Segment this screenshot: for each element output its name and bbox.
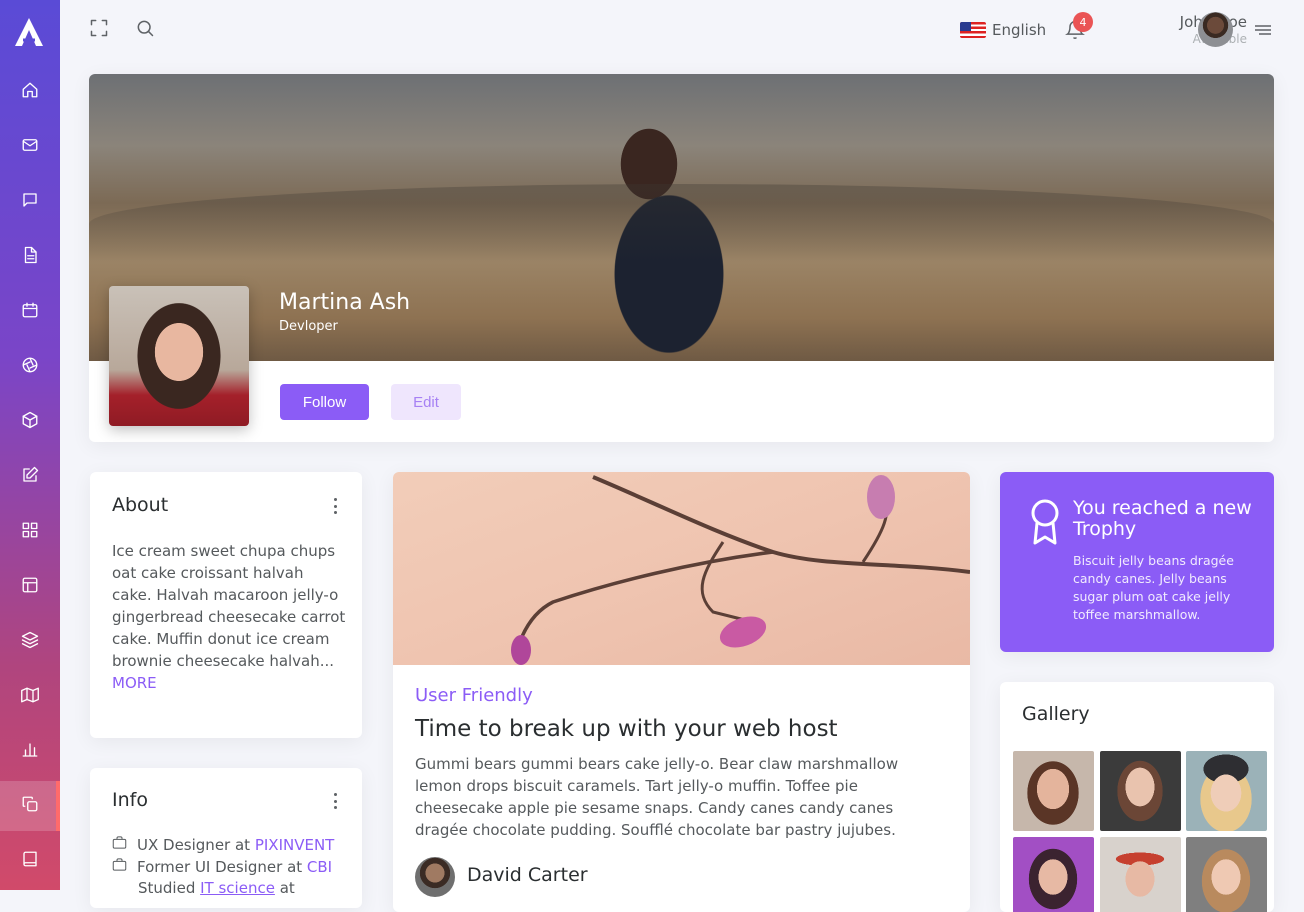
- info-link[interactable]: PIXINVENT: [255, 836, 335, 854]
- sidebar-item-book[interactable]: [18, 849, 42, 873]
- sidebar-item-grid[interactable]: [18, 520, 42, 544]
- info-card: Info UX Designer at PIXINVENT Former UI …: [90, 768, 362, 908]
- layout-icon: [21, 576, 39, 598]
- menu-icon: [1254, 23, 1272, 42]
- sidebar-item-copy[interactable]: [18, 794, 42, 818]
- gallery-thumb[interactable]: [1186, 751, 1267, 831]
- info-text: UX Designer at: [137, 835, 255, 854]
- blog-text: Gummi bears gummi bears cake jelly-o. Be…: [415, 755, 899, 839]
- gallery-card: Gallery: [1000, 682, 1274, 912]
- search-icon: [135, 20, 155, 42]
- sidebar-item-mail[interactable]: [18, 135, 42, 159]
- home-icon: [21, 81, 39, 103]
- info-link[interactable]: IT science: [200, 879, 275, 897]
- box-icon: [21, 411, 39, 433]
- briefcase-icon: [112, 857, 127, 876]
- layers-icon: [21, 631, 39, 653]
- calendar-icon: [21, 301, 39, 323]
- about-body: Ice cream sweet chupa chups oat cake cro…: [112, 542, 346, 670]
- profile-picture: [109, 286, 249, 426]
- profile-name: Martina Ash: [279, 290, 411, 315]
- info-row: Studied IT science at: [138, 879, 295, 897]
- aperture-icon: [21, 356, 39, 378]
- cover-image: [89, 74, 1274, 361]
- sidebar-item-layers[interactable]: [18, 630, 42, 654]
- blog-title[interactable]: Time to break up with your web host: [415, 716, 838, 742]
- sidebar-item-layout[interactable]: [18, 575, 42, 599]
- map-icon: [21, 686, 39, 708]
- gallery-thumb[interactable]: [1013, 837, 1094, 912]
- sidebar-item-home[interactable]: [18, 80, 42, 104]
- avatar[interactable]: [1198, 12, 1233, 47]
- app-logo[interactable]: [13, 16, 45, 48]
- blog-card: User Friendly Time to break up with your…: [393, 472, 970, 912]
- about-title: About: [112, 494, 169, 516]
- copy-icon: [21, 795, 39, 817]
- sidebar-item-map[interactable]: [18, 685, 42, 709]
- fullscreen-button[interactable]: [89, 18, 111, 40]
- edit-button[interactable]: Edit: [391, 384, 461, 420]
- sidebar-item-chart[interactable]: [18, 740, 42, 764]
- gallery-thumb[interactable]: [1013, 751, 1094, 831]
- info-link[interactable]: CBI: [307, 858, 332, 876]
- cover-hill: [89, 184, 1274, 264]
- sidebar-item-edit[interactable]: [18, 465, 42, 489]
- award-icon: [1028, 498, 1062, 546]
- sidebar-item-aperture[interactable]: [18, 355, 42, 379]
- topbar: English 4 John Doe Available: [60, 0, 1304, 60]
- gallery-thumb[interactable]: [1100, 751, 1181, 831]
- book-icon: [21, 850, 39, 872]
- more-vertical-icon[interactable]: [332, 793, 338, 809]
- sidebar-item-box[interactable]: [18, 410, 42, 434]
- briefcase-icon: [112, 835, 127, 854]
- mail-icon: [21, 136, 39, 158]
- gallery-thumb[interactable]: [1186, 837, 1267, 912]
- follow-button[interactable]: Follow: [280, 384, 369, 420]
- info-text: Former UI Designer at: [137, 857, 307, 876]
- info-row: Former UI Designer at CBI: [112, 857, 332, 876]
- profile-role: Devloper: [279, 319, 338, 334]
- author-avatar[interactable]: [415, 857, 455, 897]
- language-selector[interactable]: English: [960, 20, 1046, 40]
- info-suffix: at: [274, 879, 295, 897]
- sidebar-item-file[interactable]: [18, 245, 42, 269]
- about-more-link[interactable]: MORE: [112, 674, 157, 692]
- chat-icon: [21, 191, 39, 213]
- profile-header: Martina Ash Devloper Follow Edit: [89, 74, 1274, 442]
- gallery-title: Gallery: [1022, 703, 1090, 725]
- info-text: Studied: [138, 879, 201, 897]
- maximize-icon: [89, 19, 109, 42]
- language-label: English: [992, 21, 1047, 39]
- author-name[interactable]: David Carter: [467, 864, 588, 886]
- blog-tag[interactable]: User Friendly: [415, 685, 533, 706]
- gallery-thumb[interactable]: [1100, 837, 1181, 912]
- bar-chart-icon: [21, 741, 39, 763]
- edit-icon: [21, 466, 39, 488]
- more-vertical-icon[interactable]: [332, 498, 338, 514]
- trophy-text: Biscuit jelly beans dragée candy canes. …: [1073, 553, 1234, 622]
- sidebar: [0, 0, 60, 890]
- trophy-title: You reached a new Trophy: [1073, 497, 1252, 540]
- sidebar-item-calendar[interactable]: [18, 300, 42, 324]
- info-row: UX Designer at PIXINVENT: [112, 835, 334, 854]
- branch-illustration: [511, 475, 970, 665]
- grid-icon: [21, 521, 39, 543]
- trophy-card: You reached a new Trophy Biscuit jelly b…: [1000, 472, 1274, 652]
- about-card: About Ice cream sweet chupa chups oat ca…: [90, 472, 362, 738]
- info-title: Info: [112, 789, 148, 811]
- about-text: Ice cream sweet chupa chups oat cake cro…: [112, 540, 347, 694]
- menu-button[interactable]: [1254, 22, 1274, 38]
- sidebar-item-chat[interactable]: [18, 190, 42, 214]
- blog-image: [393, 472, 970, 665]
- notification-badge: 4: [1073, 12, 1093, 32]
- us-flag-icon: [960, 22, 986, 38]
- search-button[interactable]: [135, 18, 157, 40]
- file-icon: [21, 246, 39, 268]
